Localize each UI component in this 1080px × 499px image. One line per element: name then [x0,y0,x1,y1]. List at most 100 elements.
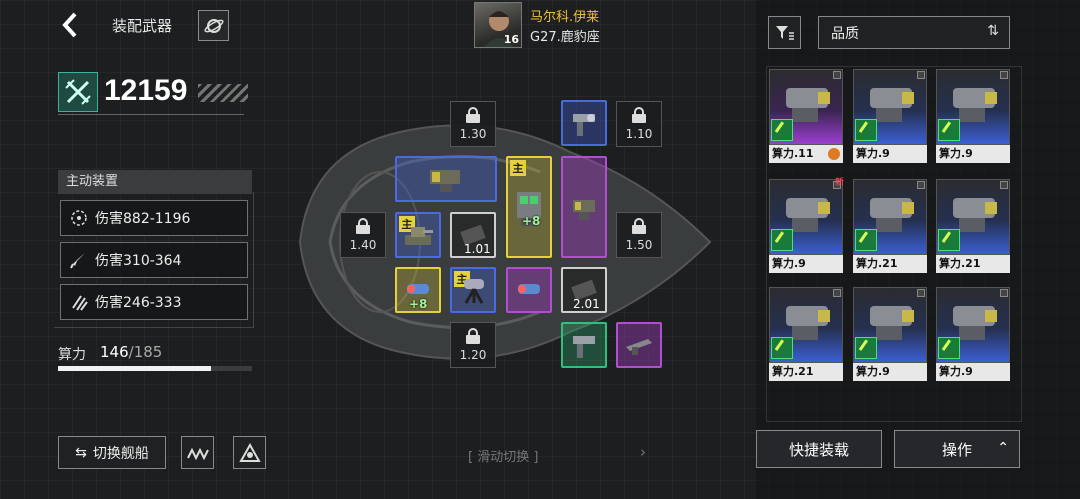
padlock-icon [466,328,480,344]
equipment-compute-label: 算力.9 [853,145,927,163]
pilot-ship-name: G27.鹿豹座 [530,30,600,45]
tripod-turret-icon [464,279,484,304]
laser-icon [518,284,540,294]
padlock-icon [632,218,646,234]
stat-row-multi-missile[interactable]: 伤害246-333 [60,284,248,320]
switch-ship-button[interactable]: ⇆ 切换舰船 [58,436,166,469]
slot-value: 2.01 [573,297,600,311]
rank-badge-icon [855,119,877,141]
new-tag: 新 [835,178,845,188]
corner-marker-icon [917,71,925,79]
weapon-slot[interactable] [616,322,662,368]
compute-current: 146 [100,343,129,361]
sort-label: 品质 [831,25,859,42]
equipment-card[interactable]: 算力.9 [853,69,927,165]
equipment-compute-label: 算力.21 [853,255,927,273]
stat-row-target[interactable]: 伤害882-1196 [60,200,248,236]
filter-icon [775,25,794,40]
active-equipment-header: 主动装置 [58,170,252,194]
equipment-card[interactable]: 算力.9 [853,287,927,383]
pilot-name: 马尔科.伊莱 [530,10,600,25]
rank-badge-icon [938,337,960,359]
locked-slot[interactable]: 1.30 [450,101,496,147]
chevron-left-icon [62,12,77,38]
planet-icon [203,18,224,33]
equipment-compute-label: 算力.9 [853,363,927,381]
gear-icon [828,148,840,160]
lock-value: 1.20 [459,348,487,362]
corner-marker-icon [833,289,841,297]
weapon-slot[interactable]: +8 [395,267,441,313]
weapon-slot[interactable]: 1.01 [450,212,496,258]
compute-label: 算力 [58,347,86,363]
lock-value: 1.30 [459,127,487,141]
equipment-card[interactable]: 算力.9 新 [769,178,844,275]
target-icon [67,206,91,230]
quick-equip-button[interactable]: 快捷装载 [756,430,882,468]
slot-value: 1.01 [464,242,491,256]
locked-slot[interactable]: 1.50 [616,212,662,258]
padlock-icon [356,218,370,234]
locked-slot[interactable]: 1.40 [340,212,386,258]
corner-marker-icon [1000,289,1008,297]
equipment-card[interactable]: 算力.21 [853,179,927,275]
weapon-slot[interactable] [395,156,497,202]
turret-icon [573,114,595,136]
equipment-card[interactable]: 算力.21 [936,179,1010,275]
weapon-slot[interactable]: 主 [395,212,441,258]
weapon-slot[interactable]: 主 [450,267,496,313]
weapon-slot[interactable] [561,100,607,146]
weapon-slot[interactable]: 主 +8 [506,156,552,258]
planet-button[interactable] [198,10,229,41]
formation-button[interactable] [181,436,214,469]
stat-row-missile[interactable]: 伤害310-364 [60,242,248,278]
switch-ship-label: 切换舰船 [92,445,149,462]
combat-power-value: 12159 [104,74,188,107]
rank-badge-icon [855,229,877,251]
back-button[interactable] [60,12,82,40]
compute-bar [58,366,252,371]
equipment-compute-label: 算力.9 [936,145,1010,163]
swap-icon: ⇆ [75,444,87,461]
rank-badge-icon [855,337,877,359]
equipment-card[interactable]: 算力.9 [936,69,1010,165]
equipment-card[interactable]: 算力.9 [936,287,1010,383]
sort-order-icon[interactable]: ⇅ [987,23,999,39]
filter-button[interactable] [768,16,801,49]
corner-marker-icon [1000,71,1008,79]
rank-badge-icon [771,229,793,251]
weapon-slot[interactable] [561,322,607,368]
locked-slot[interactable]: 1.20 [450,322,496,368]
equipment-grid: 算力.11 算力.9 算力.9 算力.9 新算力.21 算力.21 算力.21 算力.9 算力.… [766,66,1022,422]
multi-missile-icon [67,290,91,314]
fleet-button[interactable] [233,436,266,469]
weapon-slot[interactable] [561,156,607,258]
corner-marker-icon [917,289,925,297]
pilot-level: 16 [503,33,519,46]
equipment-card[interactable]: 算力.11 [769,69,843,165]
weapon-slot[interactable]: 2.01 [561,267,607,313]
rank-badge-icon [938,119,960,141]
compute-value: 146/185 [100,343,162,361]
next-arrow-icon[interactable]: › [640,443,646,461]
weapon-slot[interactable] [506,267,552,313]
upgrade-level: +8 [522,214,541,228]
compute-bar-fill [58,366,212,371]
sort-select[interactable]: 品质 ⇅ [818,16,1010,49]
pilot-avatar[interactable]: 16 [474,2,522,48]
page-title: 装配武器 [112,17,173,35]
corner-marker-icon [833,71,841,79]
padlock-icon [632,107,646,123]
equipment-compute-label: 算力.9 [936,363,1010,381]
tank-turret-icon [405,227,433,245]
locked-slot[interactable]: 1.10 [616,101,662,147]
cannon-icon [573,200,595,220]
operate-button[interactable]: 操作 ⌃ [894,430,1020,468]
slide-hint: [ 滑动切换 ] [468,450,539,465]
gun-icon [626,339,652,355]
lock-value: 1.50 [625,238,653,252]
crossed-swords-icon [58,72,98,112]
stat-label: 伤害310-364 [95,253,182,269]
cannon-icon [430,170,460,192]
equipment-card[interactable]: 算力.21 [769,287,843,383]
